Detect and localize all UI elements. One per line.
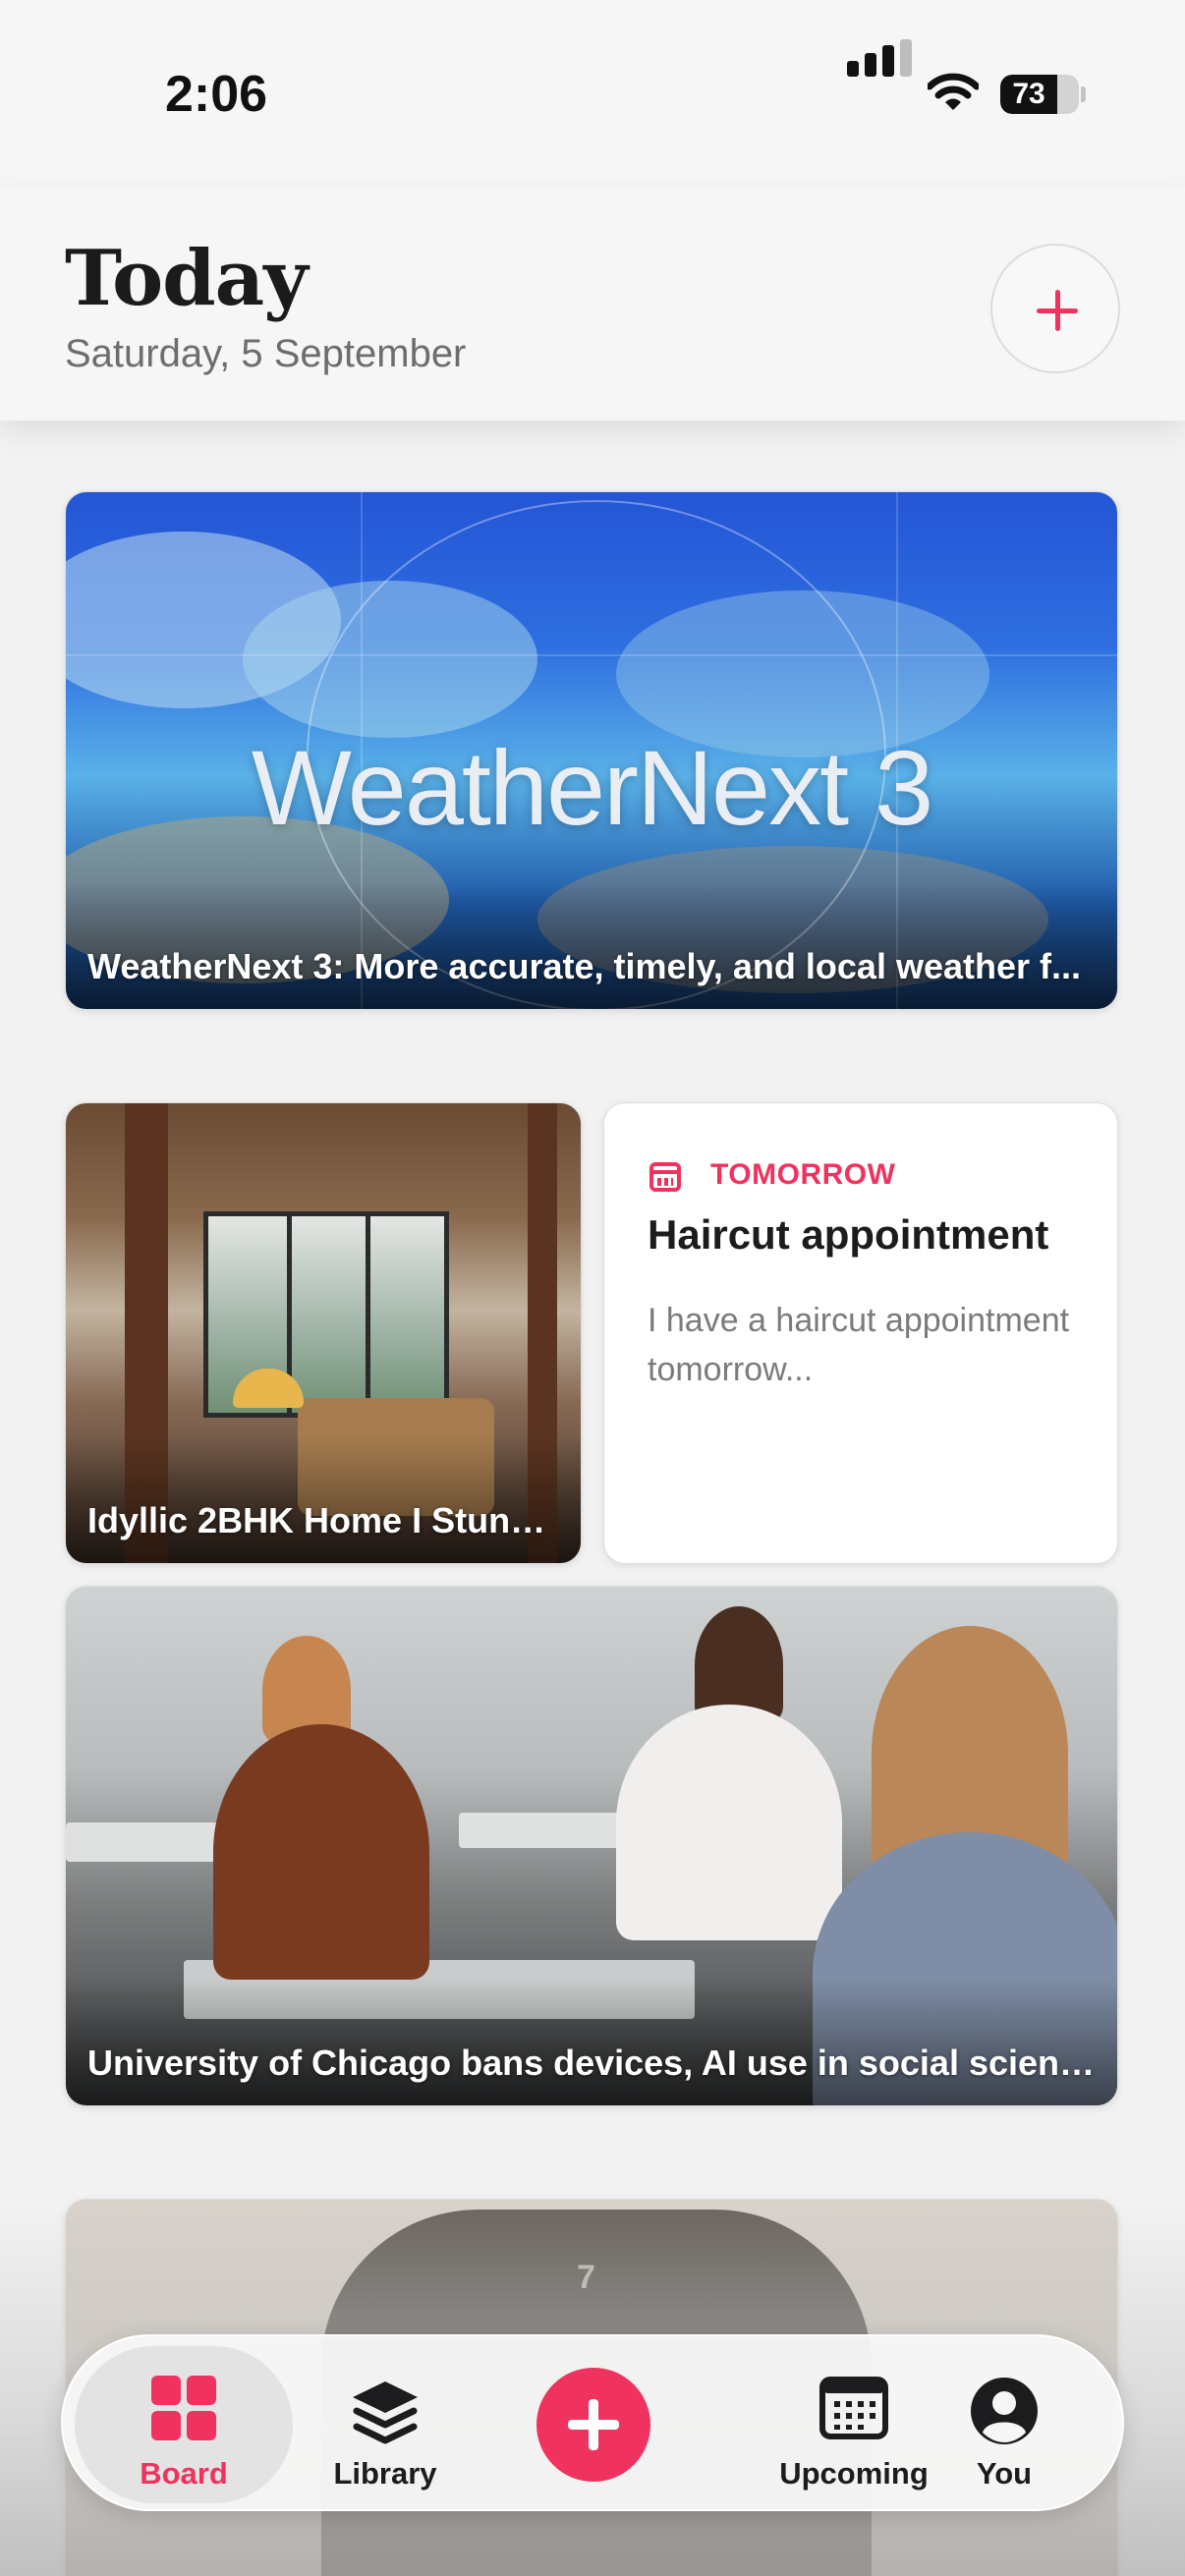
weather-news-card[interactable]: WeatherNext 3 WeatherNext 3: More accura…: [65, 491, 1118, 1010]
layers-icon: [349, 2376, 422, 2453]
reminder-tag: TOMORROW: [710, 1158, 896, 1191]
calendar-icon: [649, 1162, 681, 1192]
battery-percent: 73: [1012, 78, 1045, 110]
reminder-title: Haircut appointment: [648, 1211, 1049, 1258]
tab-library[interactable]: Library: [287, 2346, 483, 2503]
add-button[interactable]: [990, 244, 1120, 373]
home-video-card[interactable]: Idyllic 2BHK Home I Stunni...: [65, 1102, 582, 1564]
caption-shade: [66, 1978, 1117, 2105]
classroom-news-card[interactable]: University of Chicago bans devices, AI u…: [65, 1586, 1118, 2106]
classroom-card-caption: University of Chicago bans devices, AI u…: [87, 2043, 1096, 2083]
battery-icon: 73: [1000, 75, 1079, 114]
calendar-grid-icon: [818, 2376, 889, 2445]
person-body: [213, 1724, 429, 1980]
tab-you[interactable]: You: [906, 2346, 1102, 2503]
tab-you-label: You: [976, 2456, 1033, 2491]
reminder-card[interactable]: TOMORROW Haircut appointment I have a ha…: [603, 1102, 1118, 1564]
status-time: 2:06: [165, 66, 268, 123]
status-bar: 2:06 73: [0, 0, 1185, 187]
weather-card-caption: WeatherNext 3: More accurate, timely, an…: [87, 946, 1082, 986]
create-button[interactable]: [536, 2368, 650, 2482]
page-date: Saturday, 5 September: [65, 332, 467, 375]
tab-library-label: Library: [333, 2456, 437, 2491]
tab-board[interactable]: Board: [75, 2346, 293, 2503]
battery-tip: [1081, 86, 1086, 102]
tab-board-label: Board: [140, 2456, 228, 2491]
caption-shade: [66, 881, 1117, 1009]
person-body: [616, 1705, 842, 1940]
weather-logo: WeatherNext 3: [251, 728, 933, 847]
caption-shade: [66, 1435, 581, 1563]
tab-bar: Board Library Upcoming You: [61, 2334, 1124, 2511]
wifi-icon: [926, 73, 981, 117]
page-title: Today: [65, 234, 309, 323]
reminder-body: I have a haircut appointment tomorrow...: [648, 1302, 1070, 1388]
home-card-caption: Idyllic 2BHK Home I Stunni...: [87, 1500, 559, 1540]
person-icon: [969, 2376, 1040, 2451]
page-header: Today Saturday, 5 September: [0, 187, 1185, 420]
board-grid-icon: [151, 2376, 216, 2440]
